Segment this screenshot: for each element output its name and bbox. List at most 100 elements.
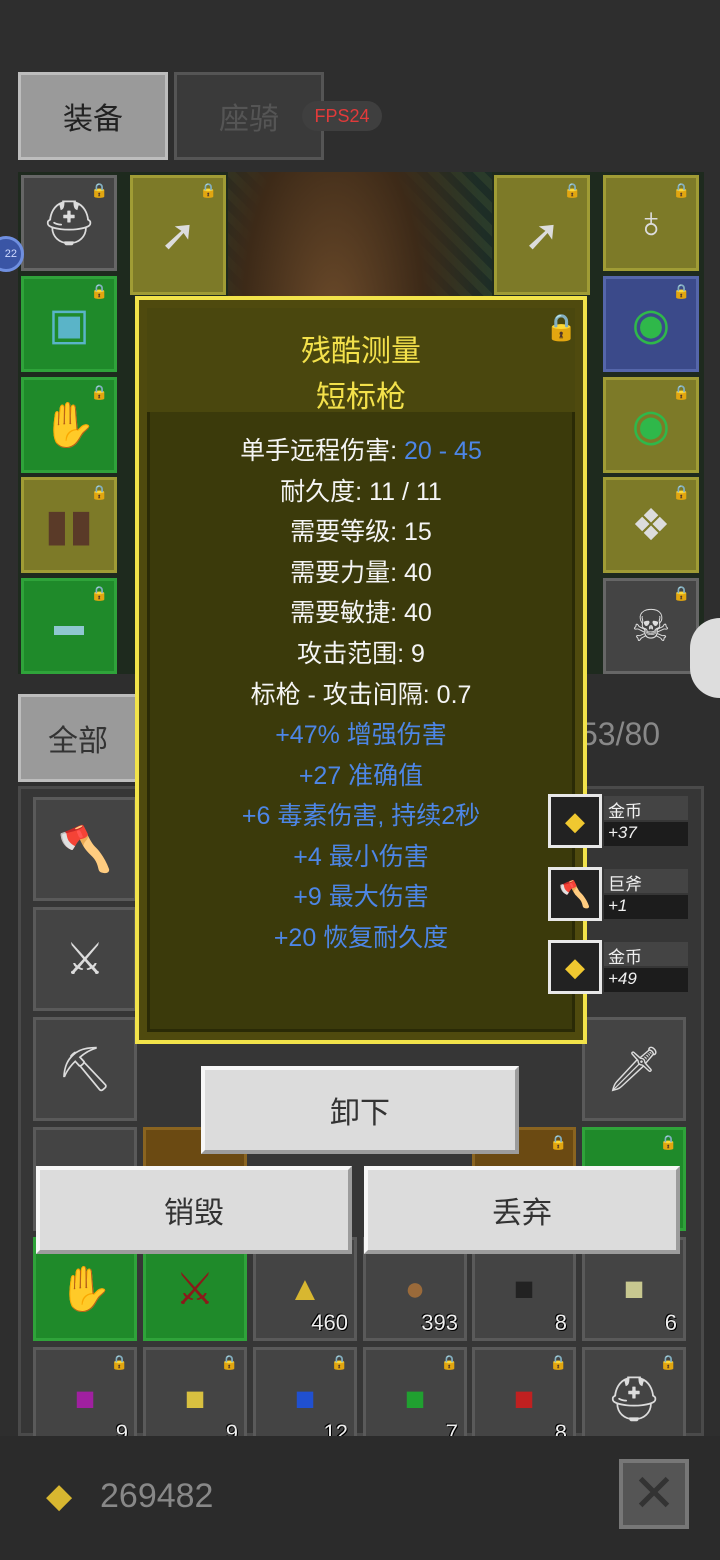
close-button[interactable]: ✕ (619, 1459, 689, 1529)
belt-icon: ▬ (54, 609, 84, 642)
ring-slot-1[interactable]: ◉ 🔒 (603, 276, 699, 372)
gloves-slot[interactable]: ✋ 🔒 (21, 377, 117, 473)
pickaxe-icon: ⛏ (57, 1045, 113, 1094)
dark-glove-icon: ✋ (57, 1265, 113, 1314)
lock-icon: 🔒 (90, 384, 108, 400)
gold-coins-icon: ◆ (548, 794, 602, 848)
emerald-ring-icon: ◉ (631, 299, 671, 349)
pickup-count: +1 (608, 896, 628, 915)
unequip-button[interactable]: 卸下 (201, 1066, 519, 1154)
beast-scroll-icon: ❖ (631, 500, 671, 550)
pickup-count: +37 (608, 823, 637, 842)
drop-button[interactable]: 丢弃 (364, 1166, 680, 1254)
lock-icon[interactable]: 🔒 (545, 312, 577, 343)
main-hand-slot[interactable]: ➚ 🔒 (130, 175, 226, 295)
attack-speed-stat: 标枪 - 攻击间隔: 0.7 (250, 681, 472, 709)
damage-label: 单手远程伤害: (240, 437, 405, 465)
javelin-icon: ➚ (159, 210, 197, 260)
lock-icon: 🔒 (672, 182, 690, 198)
lock-icon: 🔒 (90, 283, 108, 299)
lock-icon: 🔒 (90, 484, 108, 500)
emerald-ring-icon: ◉ (631, 400, 671, 450)
item-count: 8 (554, 1310, 567, 1335)
top-bar (0, 0, 720, 72)
fps-counter: FPS24 (302, 101, 382, 131)
bonus-stat: +27 准确值 (298, 762, 424, 790)
sword-icon: ⚔ (65, 934, 105, 984)
lock-icon: 🔒 (90, 585, 108, 601)
pickup-name: 金币 (608, 802, 642, 821)
skull-icon: ☠ (631, 601, 671, 651)
sapphire-icon: ■ (294, 1379, 316, 1418)
lock-icon: 🔒 (659, 1354, 677, 1370)
filter-all-tab[interactable]: 全部 (18, 694, 138, 782)
viking-helmet-icon: ⛑ (606, 1375, 662, 1424)
bonus-stat: +47% 增强伤害 (275, 721, 447, 749)
lock-icon: 🔒 (672, 384, 690, 400)
boots-icon: ▮▮ (44, 500, 94, 550)
pickup-name: 巨斧 (608, 875, 642, 894)
lock-icon: 🔒 (549, 1134, 567, 1150)
amulet-icon: ♁ (634, 198, 668, 247)
ring-slot-2[interactable]: ◉ 🔒 (603, 377, 699, 473)
pet-slot[interactable]: ☠ 🔒 (603, 578, 699, 674)
damage-value: 20 - 45 (404, 437, 482, 465)
emerald-icon: ■ (404, 1379, 426, 1418)
lock-icon: 🔒 (440, 1354, 458, 1370)
lock-icon: 🔒 (659, 1134, 677, 1150)
required-strength-stat: 需要力量: 40 (290, 559, 432, 587)
bonus-stat: +20 恢复耐久度 (273, 924, 449, 952)
gauntlet-icon: ✋ (41, 401, 97, 450)
off-hand-slot[interactable]: ➚ 🔒 (494, 175, 590, 295)
lock-icon: 🔒 (199, 182, 217, 198)
red-sword-icon: ⚔ (175, 1264, 215, 1314)
pickup-notification: ◆ 金币 +49 (548, 940, 688, 994)
lock-icon: 🔒 (672, 484, 690, 500)
gold-coins-icon: ◆ (46, 1477, 73, 1515)
bonus-stat: +6 毒素伤害, 持续2秒 (241, 802, 481, 830)
lock-icon: 🔒 (90, 182, 108, 198)
gold-amount: 269482 (100, 1477, 214, 1515)
pale-gem-icon: ■ (623, 1269, 645, 1308)
tab-equipment[interactable]: 装备 (18, 72, 168, 160)
inventory-slot[interactable]: 🪓 (33, 797, 137, 901)
gold-pile-icon: ▲ (288, 1269, 322, 1308)
boots-slot[interactable]: ▮▮ 🔒 (21, 477, 117, 573)
inventory-slot[interactable]: 🗡 (582, 1017, 686, 1121)
amulet-slot[interactable]: ♁ 🔒 (603, 175, 699, 271)
charm-slot[interactable]: ❖ 🔒 (603, 477, 699, 573)
gold-coins-icon: ◆ (548, 940, 602, 994)
lock-icon: 🔒 (563, 182, 581, 198)
belt-slot[interactable]: ▬ 🔒 (21, 578, 117, 674)
item-count: 393 (421, 1310, 458, 1335)
helmet-slot[interactable]: ⛑ 🔒 (21, 175, 117, 271)
lock-icon: 🔒 (220, 1354, 238, 1370)
attack-range-stat: 攻击范围: 9 (297, 640, 425, 668)
dagger-icon: 🗡 (606, 1045, 662, 1094)
ruby-icon: ■ (513, 1379, 535, 1418)
inventory-slot[interactable]: ⛏ (33, 1017, 137, 1121)
viking-helmet-icon: ⛑ (41, 199, 97, 248)
chainmail-icon: ▣ (48, 299, 90, 349)
item-prefix-name: 残酷测量 (301, 335, 421, 368)
armor-slot[interactable]: ▣ 🔒 (21, 276, 117, 372)
required-level-stat: 需要等级: 15 (290, 518, 432, 546)
lock-icon: 🔒 (672, 283, 690, 299)
great-axe-icon: 🪓 (548, 867, 602, 921)
avatar[interactable] (690, 618, 720, 698)
required-dexterity-stat: 需要敏捷: 40 (290, 599, 432, 627)
black-gem-icon: ■ (513, 1269, 535, 1308)
pickup-count: +49 (608, 969, 637, 988)
pickup-notification: ◆ 金币 +37 (548, 794, 688, 848)
inventory-slot[interactable]: ⚔ (33, 907, 137, 1011)
item-base-name: 短标枪 (316, 381, 406, 414)
damage-stat: 单手远程伤害: 20 - 45 (135, 431, 587, 467)
ore-icon: ● (404, 1269, 426, 1308)
item-count: 460 (311, 1310, 348, 1335)
pickup-name: 金币 (608, 948, 642, 967)
item-count: 6 (664, 1310, 677, 1335)
lock-icon: 🔒 (672, 585, 690, 601)
destroy-button[interactable]: 销毁 (36, 1166, 352, 1254)
bonus-stat: +9 最大伤害 (293, 883, 429, 911)
durability-stat: 耐久度: 11 / 11 (280, 478, 442, 506)
